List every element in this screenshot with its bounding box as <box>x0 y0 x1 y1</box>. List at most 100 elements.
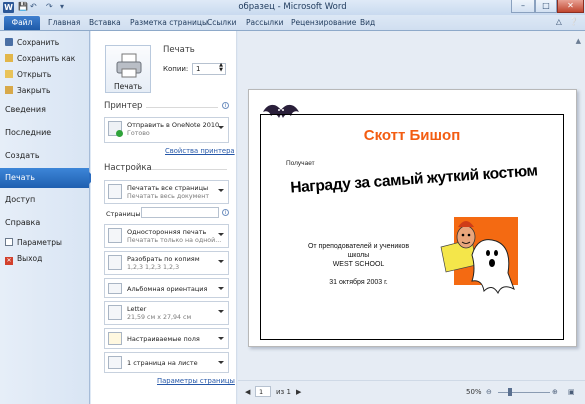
orientation-dropdown[interactable]: Альбомная ориентация <box>104 278 229 298</box>
copies-input[interactable]: 1 ▲ ▼ <box>192 63 226 75</box>
pages-input[interactable] <box>141 207 219 218</box>
help-icon[interactable]: ❔ <box>569 17 578 26</box>
page-number-input[interactable]: 1 <box>255 386 271 397</box>
chevron-down-icon <box>218 337 224 340</box>
sides-label: Односторонняя печать <box>127 228 207 236</box>
print-range-label: Печатать все страницы <box>127 184 209 192</box>
tab-insert[interactable]: Вставка <box>89 18 121 27</box>
prev-page-icon[interactable]: ◀ <box>245 388 250 396</box>
nav-info[interactable]: Сведения <box>0 100 89 120</box>
copies-stepper-icon[interactable]: ▲ ▼ <box>219 63 223 73</box>
pages-info-icon[interactable]: i <box>222 209 229 216</box>
chevron-down-icon <box>218 233 224 236</box>
printer-heading: Принтер <box>104 101 143 111</box>
recipient-name: Скотт Бишоп <box>363 127 461 144</box>
print-button[interactable]: Печать <box>105 45 151 93</box>
printer-divider <box>146 107 218 108</box>
award-date: 31 октября 2003 г. <box>329 279 388 286</box>
collate-desc: 1,2,3 1,2,3 1,2,3 <box>127 264 180 271</box>
ribbon-tabs: Файл Главная Вставка Разметка страницы С… <box>0 15 585 31</box>
nav-save[interactable]: Сохранить <box>0 35 89 50</box>
settings-divider <box>151 169 227 170</box>
margins-icon <box>108 332 122 345</box>
zoom-out-icon[interactable]: ⊖ <box>486 388 492 396</box>
sides-desc: Печатать только на одной... <box>127 237 222 244</box>
nav-help[interactable]: Справка <box>0 213 89 233</box>
page-count: из 1 <box>276 388 291 396</box>
printer-info-icon[interactable]: i <box>222 102 229 109</box>
paper-size-icon <box>108 305 122 320</box>
paper-size-dropdown[interactable]: Letter 21,59 см x 27,94 см <box>104 301 229 325</box>
nav-new[interactable]: Создать <box>0 146 89 166</box>
next-page-icon[interactable]: ▶ <box>296 388 301 396</box>
printer-icon <box>116 53 142 78</box>
settings-heading: Настройка <box>104 163 152 173</box>
nav-share[interactable]: Доступ <box>0 190 89 210</box>
pages-per-sheet-icon <box>108 356 122 369</box>
nav-recent[interactable]: Последние <box>0 123 89 143</box>
collate-dropdown[interactable]: Разобрать по копиям 1,2,3 1,2,3 1,2,3 <box>104 251 229 275</box>
collate-icon <box>108 255 122 270</box>
pages-label: Страницы: <box>106 210 143 218</box>
pages-per-sheet-dropdown[interactable]: 1 страница на листе <box>104 352 229 373</box>
print-range-desc: Печатать весь документ <box>127 193 210 200</box>
chevron-down-icon <box>218 189 224 192</box>
zoom-to-page-icon[interactable]: ▣ <box>568 388 575 396</box>
nav-close[interactable]: Закрыть <box>0 83 89 98</box>
margins-dropdown[interactable]: Настраиваемые поля <box>104 328 229 349</box>
exit-icon: ✕ <box>5 257 13 265</box>
nav-save-as[interactable]: Сохранить как <box>0 51 89 66</box>
save-as-icon <box>5 54 13 62</box>
maximize-button[interactable]: □ <box>535 0 557 13</box>
minimize-ribbon-icon[interactable]: △ <box>556 17 562 26</box>
chevron-down-icon <box>218 287 224 290</box>
close-button[interactable]: ✕ <box>557 0 584 13</box>
tab-view[interactable]: Вид <box>360 18 375 27</box>
chevron-down-icon <box>218 310 224 313</box>
title-bar: W 💾 ↶ ↷ ▾ образец - Microsoft Word – □ ✕ <box>0 0 585 15</box>
print-range-dropdown[interactable]: Печатать все страницы Печатать весь доку… <box>104 180 229 204</box>
onenote-printer-icon <box>108 121 123 137</box>
landscape-icon <box>108 283 122 294</box>
close-document-icon <box>5 86 13 94</box>
collate-label: Разобрать по копиям <box>127 255 200 263</box>
print-heading: Печать <box>163 45 195 55</box>
tab-review[interactable]: Рецензирование <box>291 18 356 27</box>
nav-exit[interactable]: ✕ Выход <box>0 251 89 266</box>
chevron-down-icon <box>218 361 224 364</box>
orientation-label: Альбомная ориентация <box>127 285 208 293</box>
pages-per-sheet-label: 1 страница на листе <box>127 359 198 367</box>
sides-dropdown[interactable]: Односторонняя печать Печатать только на … <box>104 224 229 248</box>
zoom-level: 50% <box>466 388 482 396</box>
backstage-nav: Сохранить Сохранить как Открыть Закрыть … <box>0 31 95 404</box>
ready-check-icon <box>116 130 123 137</box>
tab-home[interactable]: Главная <box>48 18 80 27</box>
paper-size-desc: 21,59 см x 27,94 см <box>127 314 192 321</box>
print-button-label: Печать <box>113 82 143 91</box>
tab-mailings[interactable]: Рассылки <box>246 18 284 27</box>
copies-label: Копии: <box>163 65 189 73</box>
nav-open[interactable]: Открыть <box>0 67 89 82</box>
zoom-in-icon[interactable]: ⊕ <box>552 388 558 396</box>
printer-properties-link[interactable]: Свойства принтера <box>165 147 235 155</box>
ghost-costume-icon <box>440 217 518 295</box>
page-setup-link[interactable]: Параметры страницы <box>157 377 235 385</box>
chevron-down-icon <box>218 260 224 263</box>
open-folder-icon <box>5 70 13 78</box>
margins-label: Настраиваемые поля <box>127 335 200 343</box>
window-title: образец - Microsoft Word <box>238 2 347 12</box>
tab-file[interactable]: Файл <box>4 16 40 30</box>
minimize-button[interactable]: – <box>511 0 535 13</box>
save-icon <box>5 38 13 46</box>
nav-options[interactable]: Параметры <box>0 235 89 250</box>
tab-page-layout[interactable]: Разметка страницы <box>130 18 208 27</box>
zoom-slider[interactable] <box>498 392 550 393</box>
tab-references[interactable]: Ссылки <box>207 18 236 27</box>
award-title: Награду за самый жуткий костюм <box>289 162 539 197</box>
scroll-up-icon[interactable]: ▲ <box>576 37 581 45</box>
printer-name: Отправить в OneNote 2010 <box>127 121 220 129</box>
printer-dropdown[interactable]: Отправить в OneNote 2010 Готово <box>104 117 229 143</box>
from-line-2: школы <box>347 252 370 259</box>
zoom-slider-thumb[interactable] <box>508 388 512 396</box>
nav-print[interactable]: Печать <box>0 168 95 188</box>
